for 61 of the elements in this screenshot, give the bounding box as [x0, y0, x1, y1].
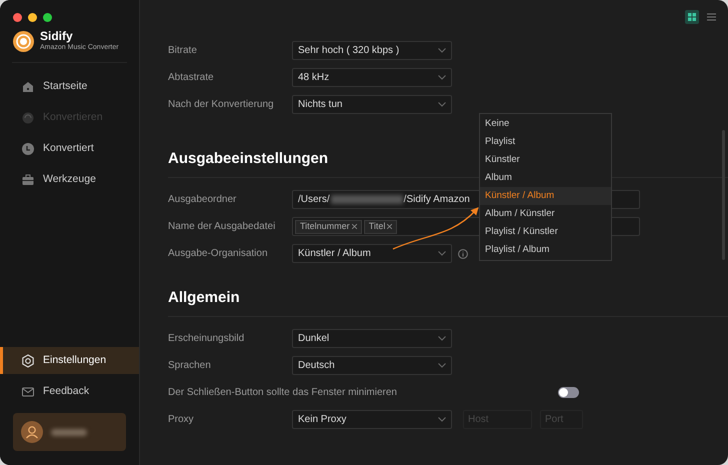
- chevron-icon: [438, 48, 446, 53]
- zoom-button[interactable]: [43, 13, 52, 22]
- remove-icon[interactable]: [352, 224, 357, 229]
- path-end: /Sidify Amazon: [404, 193, 470, 207]
- setting-label: Der Schließen-Button sollte das Fenster minimieren: [168, 386, 398, 400]
- dropdown-select[interactable]: Nichts tun: [292, 95, 452, 114]
- user-card[interactable]: [13, 413, 126, 451]
- remove-icon[interactable]: [387, 224, 392, 229]
- nav-item[interactable]: Werkzeuge: [0, 166, 139, 193]
- avatar-icon: [21, 421, 43, 443]
- setting-label: Ausgabe-Organisation: [168, 247, 269, 261]
- app-name: Sidify: [40, 30, 74, 43]
- chevron-icon: [438, 102, 446, 107]
- setting-label: Abtastrate: [168, 71, 215, 85]
- apps-grid-icon[interactable]: [685, 10, 699, 24]
- setting-label: Name der Ausgabedatei: [168, 220, 276, 234]
- chevron-icon: [438, 75, 446, 80]
- tag-chip[interactable]: Titel: [364, 220, 398, 234]
- logo-icon: [13, 30, 34, 52]
- toolbox-icon: [21, 172, 35, 186]
- home-icon: [21, 80, 35, 94]
- dropdown-option[interactable]: Künstler: [480, 151, 611, 169]
- dropdown-option[interactable]: Künstler / Album: [480, 187, 611, 205]
- minimize-button[interactable]: [28, 13, 37, 22]
- dropdown-select[interactable]: Deutsch: [292, 356, 452, 375]
- setting-label: Sprachen: [168, 359, 212, 373]
- menu-icon[interactable]: [707, 13, 716, 21]
- tag-chip[interactable]: Titelnummer: [295, 220, 362, 234]
- redacted-name: [51, 428, 87, 436]
- setting-label: Erscheinungsbild: [168, 332, 246, 346]
- toggle-switch[interactable]: [558, 387, 579, 398]
- dropdown-option[interactable]: Album: [480, 169, 611, 187]
- dropdown-option[interactable]: Keine: [480, 115, 611, 133]
- path-start: /Users/: [298, 193, 330, 207]
- dropdown-select[interactable]: Dunkel: [292, 329, 452, 348]
- dropdown-option[interactable]: Playlist: [480, 133, 611, 151]
- section-heading: Allgemein: [168, 288, 240, 308]
- close-button[interactable]: [13, 13, 22, 22]
- nav-item[interactable]: Einstellungen: [0, 347, 139, 374]
- setting-label: Nach der Konvertierung: [168, 98, 275, 112]
- chevron-icon: [438, 363, 446, 368]
- setting-label: Ausgabeordner: [168, 193, 238, 207]
- nav-item[interactable]: Startseite: [0, 73, 139, 100]
- chevron-icon: [438, 336, 446, 341]
- setting-label: Bitrate: [168, 44, 198, 58]
- dropdown-select[interactable]: 48 kHz: [292, 68, 452, 87]
- dropdown-option[interactable]: Playlist / Album: [480, 241, 611, 259]
- mail-icon: [21, 384, 35, 398]
- info-icon[interactable]: [458, 248, 468, 258]
- dropdown-select[interactable]: Sehr hoch ( 320 kbps ): [292, 41, 452, 60]
- setting-label: Proxy: [168, 413, 195, 427]
- dropdown-select[interactable]: Kein Proxy: [292, 410, 452, 429]
- dropdown-select[interactable]: Künstler / Album: [292, 244, 452, 263]
- section-heading: Ausgabeeinstellungen: [168, 149, 328, 169]
- convert-icon: [21, 110, 35, 124]
- chevron-icon: [438, 251, 446, 256]
- chevron-icon: [438, 417, 446, 422]
- settings-icon: [21, 354, 35, 368]
- nav-item[interactable]: Konvertiert: [0, 135, 139, 162]
- clock-icon: [21, 142, 35, 156]
- nav-item[interactable]: Feedback: [0, 378, 139, 405]
